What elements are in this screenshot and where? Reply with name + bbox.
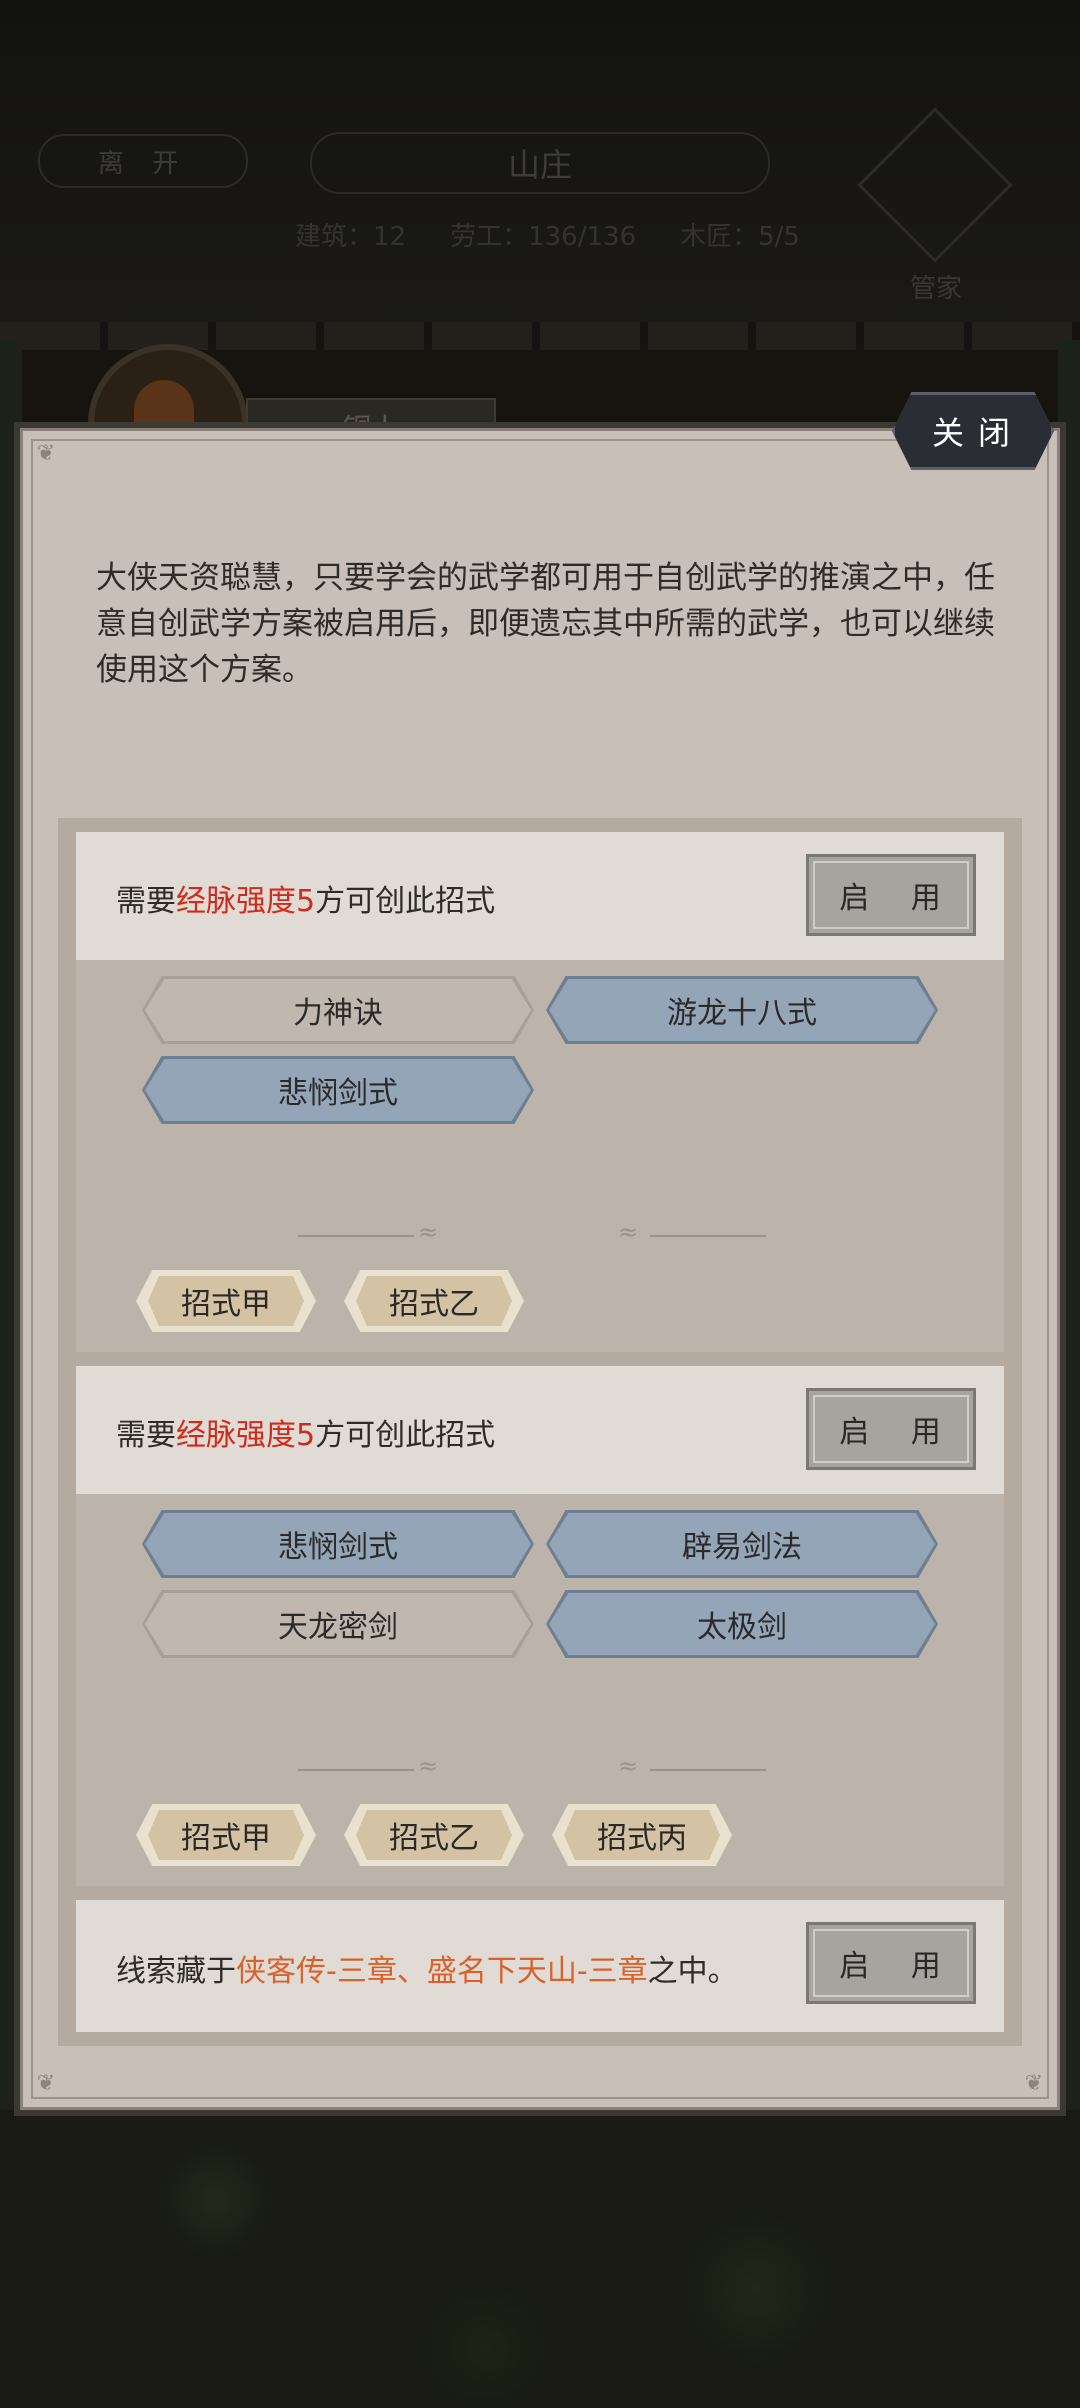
- scheme-header: 需要经脉强度5方可创此招式 启 用: [76, 832, 1004, 960]
- divider-ornament-icon: ≈: [418, 1218, 439, 1246]
- skill-chip[interactable]: 悲悯剑式: [142, 1056, 534, 1124]
- location-title: 山庄: [310, 132, 770, 194]
- move-chip[interactable]: 招式丙: [552, 1804, 732, 1866]
- corner-ornament-icon: ❦: [1024, 2071, 1044, 2096]
- background-grass: [0, 2110, 1080, 2408]
- scheme-list: 需要经脉强度5方可创此招式 启 用 力神诀 游龙十八式 悲悯剑式 ≈ ≈ 招式甲…: [58, 818, 1022, 2046]
- divider-line: [650, 1769, 766, 1771]
- divider-line: [298, 1235, 414, 1237]
- scheme-block-1: 需要经脉强度5方可创此招式 启 用 力神诀 游龙十八式 悲悯剑式 ≈ ≈ 招式甲…: [76, 832, 1004, 1352]
- requirement-highlight: 经脉强度5: [176, 884, 316, 919]
- move-chip[interactable]: 招式乙: [344, 1270, 524, 1332]
- divider-line: [298, 1769, 414, 1771]
- skill-chip[interactable]: 太极剑: [546, 1590, 938, 1658]
- clue-highlight: 侠客传-三章、盛名下天山-三章: [236, 1954, 648, 1989]
- enable-button[interactable]: 启 用: [806, 1922, 976, 2004]
- divider-line: [650, 1235, 766, 1237]
- corner-ornament-icon: ❦: [36, 2071, 56, 2096]
- scheme-header: 需要经脉强度5方可创此招式 启 用: [76, 1366, 1004, 1494]
- requirement-text: 需要经脉强度5方可创此招式: [116, 1418, 496, 1453]
- clue-text: 线索藏于侠客传-三章、盛名下天山-三章之中。: [116, 1954, 738, 1989]
- close-button[interactable]: 关闭: [892, 392, 1054, 470]
- background-right-edge: [1058, 340, 1080, 2110]
- stat-buildings: 建筑：12: [295, 222, 407, 252]
- skill-chip[interactable]: 力神诀: [142, 976, 534, 1044]
- move-chip[interactable]: 招式甲: [136, 1804, 316, 1866]
- stat-labor: 劳工：136/136: [450, 222, 637, 252]
- background-left-edge: [0, 340, 22, 2110]
- requirement-text: 需要经脉强度5方可创此招式: [116, 884, 496, 919]
- skill-chip[interactable]: 辟易剑法: [546, 1510, 938, 1578]
- skill-chip[interactable]: 悲悯剑式: [142, 1510, 534, 1578]
- move-chip[interactable]: 招式甲: [136, 1270, 316, 1332]
- divider-ornament-icon: ≈: [618, 1218, 639, 1246]
- divider-ornament-icon: ≈: [618, 1752, 639, 1780]
- requirement-highlight: 经脉强度5: [176, 1418, 316, 1453]
- scheme-header: 线索藏于侠客传-三章、盛名下天山-三章之中。 启 用: [76, 1900, 1004, 2032]
- steward-label: 管家: [910, 274, 963, 304]
- stat-carpenter: 木匠：5/5: [680, 222, 800, 252]
- divider-ornament-icon: ≈: [418, 1752, 439, 1780]
- skill-chip[interactable]: 游龙十八式: [546, 976, 938, 1044]
- corner-ornament-icon: ❦: [36, 441, 56, 466]
- skill-chip[interactable]: 天龙密剑: [142, 1590, 534, 1658]
- enable-button[interactable]: 启 用: [806, 854, 976, 936]
- intro-text: 大侠天资聪慧，只要学会的武学都可用于自创武学的推演之中，任意自创武学方案被启用后…: [96, 560, 995, 688]
- leave-button: 离 开: [38, 134, 248, 188]
- scheme-block-2: 需要经脉强度5方可创此招式 启 用 悲悯剑式 辟易剑法 天龙密剑 太极剑 ≈ ≈…: [76, 1366, 1004, 1886]
- move-chip[interactable]: 招式乙: [344, 1804, 524, 1866]
- estate-stats: 建筑：12 劳工：136/136 木匠：5/5: [295, 216, 815, 253]
- scheme-block-3: 线索藏于侠客传-三章、盛名下天山-三章之中。 启 用: [76, 1900, 1004, 2032]
- enable-button[interactable]: 启 用: [806, 1388, 976, 1470]
